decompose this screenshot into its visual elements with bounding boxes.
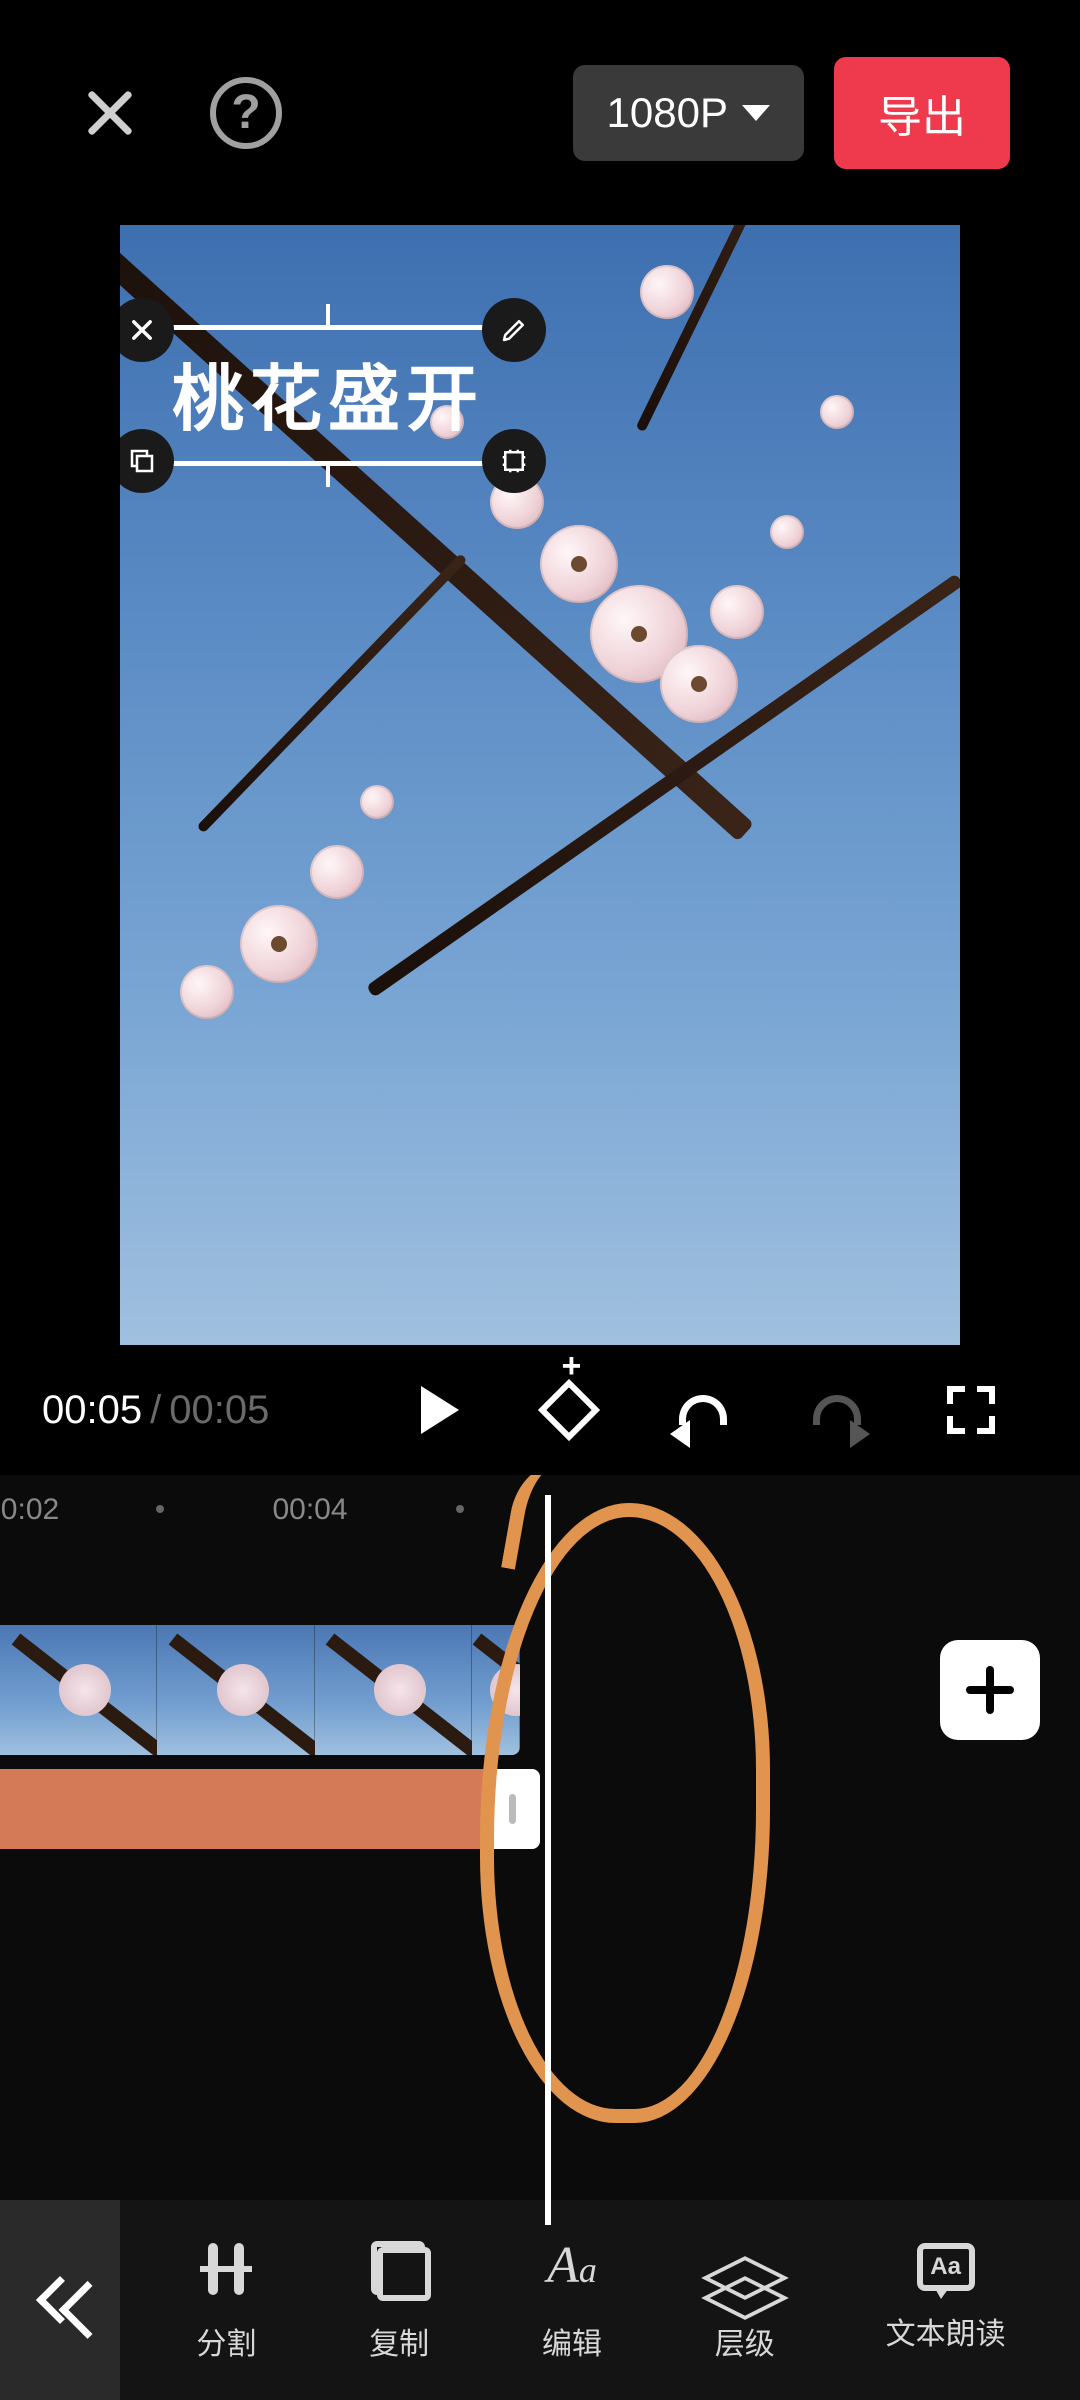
tool-split[interactable]: 分割 xyxy=(194,2237,258,2363)
undo-button[interactable] xyxy=(672,1379,734,1441)
clip-thumbnail xyxy=(472,1625,520,1755)
blossom xyxy=(360,785,394,819)
split-icon xyxy=(194,2237,258,2301)
playhead[interactable] xyxy=(545,1495,551,2225)
tool-copy[interactable]: 复制 xyxy=(367,2237,431,2363)
tool-label: 复制 xyxy=(369,2319,429,2363)
time-separator: / xyxy=(150,1388,161,1433)
blossom xyxy=(310,845,364,899)
blossom xyxy=(770,515,804,549)
overlay-edit-icon[interactable] xyxy=(482,298,546,362)
total-time: 00:05 xyxy=(169,1388,269,1433)
fullscreen-button[interactable] xyxy=(940,1379,1002,1441)
layer-icon xyxy=(713,2237,777,2301)
fullscreen-icon xyxy=(947,1386,995,1434)
tool-label: 编辑 xyxy=(542,2319,602,2363)
timeline-panel[interactable]: 0:02 00:04 xyxy=(0,1475,1080,2225)
export-button[interactable]: 导出 xyxy=(834,57,1010,169)
overlay-text-content: 桃花盛开 xyxy=(172,340,484,445)
keyframe-button[interactable] xyxy=(538,1379,600,1441)
edit-icon xyxy=(540,2237,604,2301)
blossom xyxy=(710,585,764,639)
undo-icon xyxy=(679,1395,727,1425)
blossom xyxy=(240,905,318,983)
clip-thumbnail xyxy=(0,1625,157,1755)
tool-layer[interactable]: 层级 xyxy=(713,2237,777,2363)
redo-button[interactable] xyxy=(806,1379,868,1441)
add-clip-button[interactable] xyxy=(940,1640,1040,1740)
overlay-handle-top[interactable] xyxy=(326,304,330,330)
blossom xyxy=(820,395,854,429)
keyframe-icon xyxy=(538,1379,600,1441)
tool-label: 层级 xyxy=(715,2319,775,2363)
tool-edit[interactable]: 编辑 xyxy=(540,2237,604,2363)
clip-trim-handle[interactable] xyxy=(484,1769,540,1849)
tool-label: 文本朗读 xyxy=(886,2309,1006,2353)
play-button[interactable] xyxy=(404,1379,466,1441)
ruler-tick xyxy=(456,1505,464,1513)
header-bar: ? 1080P 导出 xyxy=(0,0,1080,225)
play-icon xyxy=(421,1386,459,1434)
blossom xyxy=(180,965,234,1019)
time-ruler[interactable]: 0:02 00:04 xyxy=(0,1475,1080,1545)
blossom xyxy=(540,525,618,603)
close-icon[interactable] xyxy=(70,73,150,153)
tool-buttons: 分割 复制 编辑 层级 Aa 文本朗读 xyxy=(120,2237,1080,2363)
clip-thumbnail xyxy=(157,1625,314,1755)
playback-bar: 00:05 / 00:05 xyxy=(0,1345,1080,1475)
resolution-dropdown[interactable]: 1080P xyxy=(573,65,804,161)
ruler-label: 00:04 xyxy=(272,1493,347,1527)
ruler-label: 0:02 xyxy=(1,1493,59,1527)
blossom xyxy=(640,265,694,319)
chevron-left-icon xyxy=(36,2276,84,2324)
current-time: 00:05 xyxy=(42,1388,142,1433)
ruler-tick xyxy=(156,1505,164,1513)
video-track-clip[interactable] xyxy=(0,1625,520,1755)
text-track-clip[interactable] xyxy=(0,1769,540,1849)
copy-icon xyxy=(367,2237,431,2301)
help-icon[interactable]: ? xyxy=(210,77,282,149)
resolution-label: 1080P xyxy=(607,89,728,137)
overlay-handle-bottom[interactable] xyxy=(326,461,330,487)
text-overlay[interactable]: 桃花盛开 xyxy=(142,325,514,466)
tts-icon: Aa xyxy=(917,2243,975,2291)
tool-tts[interactable]: Aa 文本朗读 xyxy=(886,2237,1006,2363)
redo-icon xyxy=(813,1395,861,1425)
bottom-toolbar: 分割 复制 编辑 层级 Aa 文本朗读 xyxy=(0,2200,1080,2400)
tool-label: 分割 xyxy=(196,2319,256,2363)
overlay-scale-icon[interactable] xyxy=(482,429,546,493)
clip-thumbnail xyxy=(315,1625,472,1755)
back-button[interactable] xyxy=(0,2200,120,2400)
preview-canvas[interactable]: 桃花盛开 xyxy=(120,225,960,1345)
blossom xyxy=(660,645,738,723)
